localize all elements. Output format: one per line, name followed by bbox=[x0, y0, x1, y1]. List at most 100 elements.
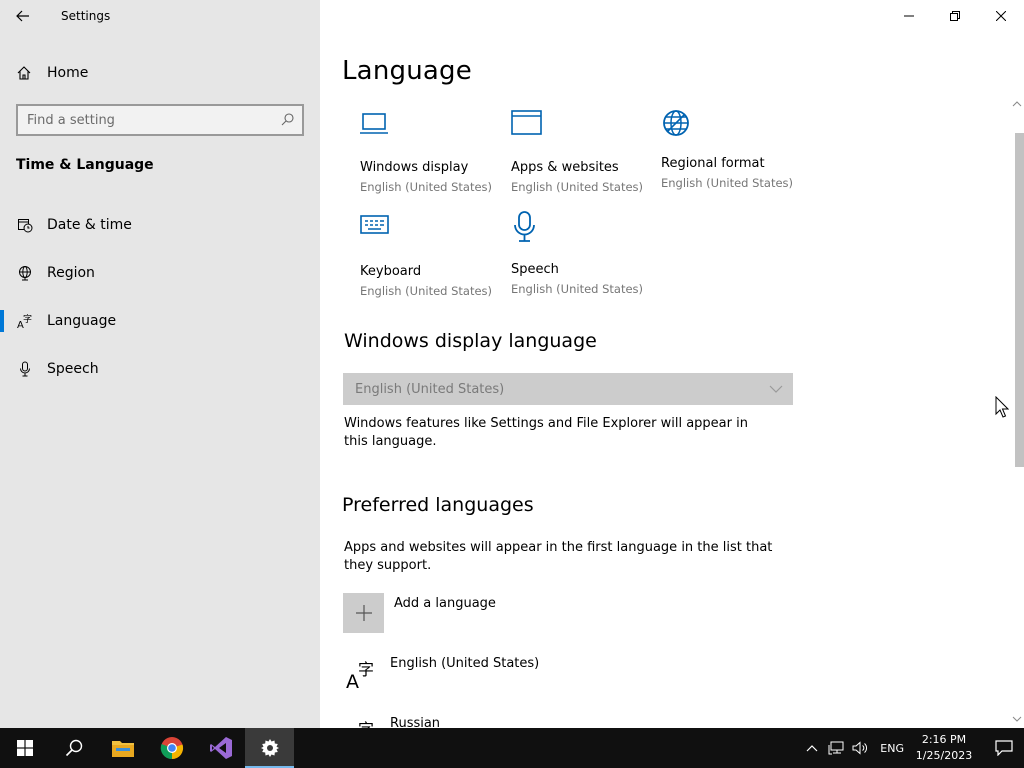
notification-icon bbox=[995, 740, 1013, 756]
taskbar-chrome[interactable] bbox=[147, 728, 196, 768]
display-language-heading: Windows display language bbox=[344, 330, 597, 352]
speaker-icon bbox=[852, 741, 868, 755]
window-icon bbox=[511, 110, 651, 146]
home-icon bbox=[0, 65, 47, 81]
sidebar-item-region[interactable]: Region bbox=[0, 253, 320, 293]
window-controls bbox=[886, 0, 1024, 32]
action-center-button[interactable] bbox=[984, 728, 1024, 768]
tile-keyboard[interactable]: Keyboard English (United States) bbox=[360, 214, 500, 298]
tile-windows-display[interactable]: Windows display English (United States) bbox=[360, 110, 500, 194]
tile-label: Windows display bbox=[360, 160, 469, 175]
search-box[interactable] bbox=[16, 104, 304, 136]
section-title: Time & Language bbox=[16, 157, 154, 173]
network-button[interactable] bbox=[824, 728, 848, 768]
taskbar: ENG 2:16 PM 1/25/2023 bbox=[0, 728, 1024, 768]
tile-label: Apps & websites bbox=[511, 160, 619, 175]
minimize-button[interactable] bbox=[886, 0, 932, 32]
system-tray: ENG 2:16 PM 1/25/2023 bbox=[800, 728, 1024, 768]
svg-text:字: 字 bbox=[358, 660, 374, 679]
tile-value: English (United States) bbox=[360, 284, 493, 298]
sidebar-item-date-time[interactable]: Date & time bbox=[0, 205, 320, 245]
app-title: Settings bbox=[61, 9, 111, 23]
search-input[interactable] bbox=[27, 112, 281, 128]
search-icon bbox=[65, 739, 82, 757]
mouse-cursor-icon bbox=[995, 395, 1010, 422]
tile-apps-websites[interactable]: Apps & websites English (United States) bbox=[511, 110, 651, 194]
sidebar-item-language[interactable]: A字 Language bbox=[0, 301, 320, 341]
sidebar-item-label: Date & time bbox=[47, 217, 132, 233]
add-language-button[interactable]: Add a language bbox=[343, 593, 496, 633]
taskbar-settings[interactable] bbox=[245, 728, 294, 768]
sidebar-item-speech[interactable]: Speech bbox=[0, 349, 320, 389]
sidebar-item-label: Speech bbox=[47, 361, 99, 377]
tile-value: English (United States) bbox=[511, 180, 644, 194]
globe-icon bbox=[0, 265, 47, 281]
scroll-down-arrow-icon[interactable] bbox=[1011, 713, 1023, 725]
chrome-icon bbox=[160, 737, 183, 760]
tile-speech[interactable]: Speech English (United States) bbox=[511, 210, 651, 296]
volume-button[interactable] bbox=[848, 728, 872, 768]
scroll-up-arrow-icon[interactable] bbox=[1011, 98, 1023, 110]
display-language-dropdown[interactable]: English (United States) bbox=[343, 373, 793, 405]
tile-regional-format[interactable]: Regional format English (United States) bbox=[661, 108, 801, 190]
microphone-icon bbox=[0, 361, 47, 377]
clock-date: 1/25/2023 bbox=[915, 749, 973, 762]
clock[interactable]: 2:16 PM 1/25/2023 bbox=[914, 732, 974, 764]
restore-button[interactable] bbox=[932, 0, 978, 32]
scrollbar[interactable] bbox=[1007, 96, 1024, 728]
svg-text:字: 字 bbox=[358, 720, 374, 728]
language-name: English (United States) bbox=[390, 656, 540, 671]
clock-time: 2:16 PM bbox=[921, 733, 967, 746]
title-bar: Settings bbox=[0, 0, 320, 32]
taskbar-file-explorer[interactable] bbox=[98, 728, 147, 768]
restore-icon bbox=[950, 11, 960, 21]
tile-label: Regional format bbox=[661, 156, 765, 171]
file-explorer-icon bbox=[111, 741, 134, 757]
page-title: Language bbox=[342, 56, 472, 86]
start-button[interactable] bbox=[0, 728, 49, 768]
main-content: Language Windows display English (United… bbox=[320, 0, 1024, 728]
preferred-languages-description: Apps and websites will appear in the fir… bbox=[344, 540, 773, 573]
tile-value: English (United States) bbox=[511, 282, 644, 296]
network-icon bbox=[828, 741, 844, 755]
language-icon: A字 bbox=[0, 313, 47, 329]
microphone-icon bbox=[511, 210, 651, 246]
minimize-icon bbox=[904, 15, 914, 17]
preferred-languages-heading: Preferred languages bbox=[342, 494, 534, 516]
display-language-description: Windows features like Settings and File … bbox=[344, 416, 748, 449]
dropdown-value: English (United States) bbox=[355, 381, 505, 397]
back-button[interactable] bbox=[0, 0, 46, 32]
tile-label: Speech bbox=[511, 262, 559, 277]
home-label: Home bbox=[47, 65, 89, 81]
language-item[interactable]: A字 English (United States) bbox=[346, 656, 540, 694]
sidebar-item-label: Language bbox=[47, 313, 117, 329]
tile-value: English (United States) bbox=[661, 176, 794, 190]
globe-settings-icon bbox=[661, 108, 801, 144]
close-button[interactable] bbox=[978, 0, 1024, 32]
tile-label: Keyboard bbox=[360, 264, 422, 279]
visual-studio-icon bbox=[209, 737, 232, 759]
tile-value: English (United States) bbox=[360, 180, 493, 194]
back-arrow-icon bbox=[16, 10, 29, 22]
taskbar-visual-studio[interactable] bbox=[196, 728, 245, 768]
show-hidden-icons-button[interactable] bbox=[800, 728, 824, 768]
settings-icon bbox=[260, 739, 279, 757]
laptop-icon bbox=[360, 110, 500, 146]
language-item[interactable]: 字 Russian bbox=[346, 716, 440, 728]
svg-text:字: 字 bbox=[23, 313, 32, 325]
add-language-label: Add a language bbox=[394, 596, 496, 611]
chevron-up-icon bbox=[806, 745, 818, 752]
language-icon: 字 bbox=[346, 718, 376, 728]
search-icon[interactable] bbox=[281, 111, 294, 130]
sidebar: Settings Home Time & Language Date & tim… bbox=[0, 0, 320, 728]
taskbar-search-button[interactable] bbox=[49, 728, 98, 768]
scroll-thumb[interactable] bbox=[1015, 133, 1024, 467]
sidebar-item-label: Region bbox=[47, 265, 95, 281]
plus-icon bbox=[343, 593, 384, 633]
chevron-down-icon bbox=[769, 385, 783, 393]
sidebar-item-home[interactable]: Home bbox=[0, 57, 320, 89]
input-indicator[interactable]: ENG bbox=[880, 742, 904, 755]
language-icon: A字 bbox=[346, 658, 376, 694]
windows-logo-icon bbox=[16, 740, 33, 756]
calendar-clock-icon bbox=[0, 217, 47, 233]
